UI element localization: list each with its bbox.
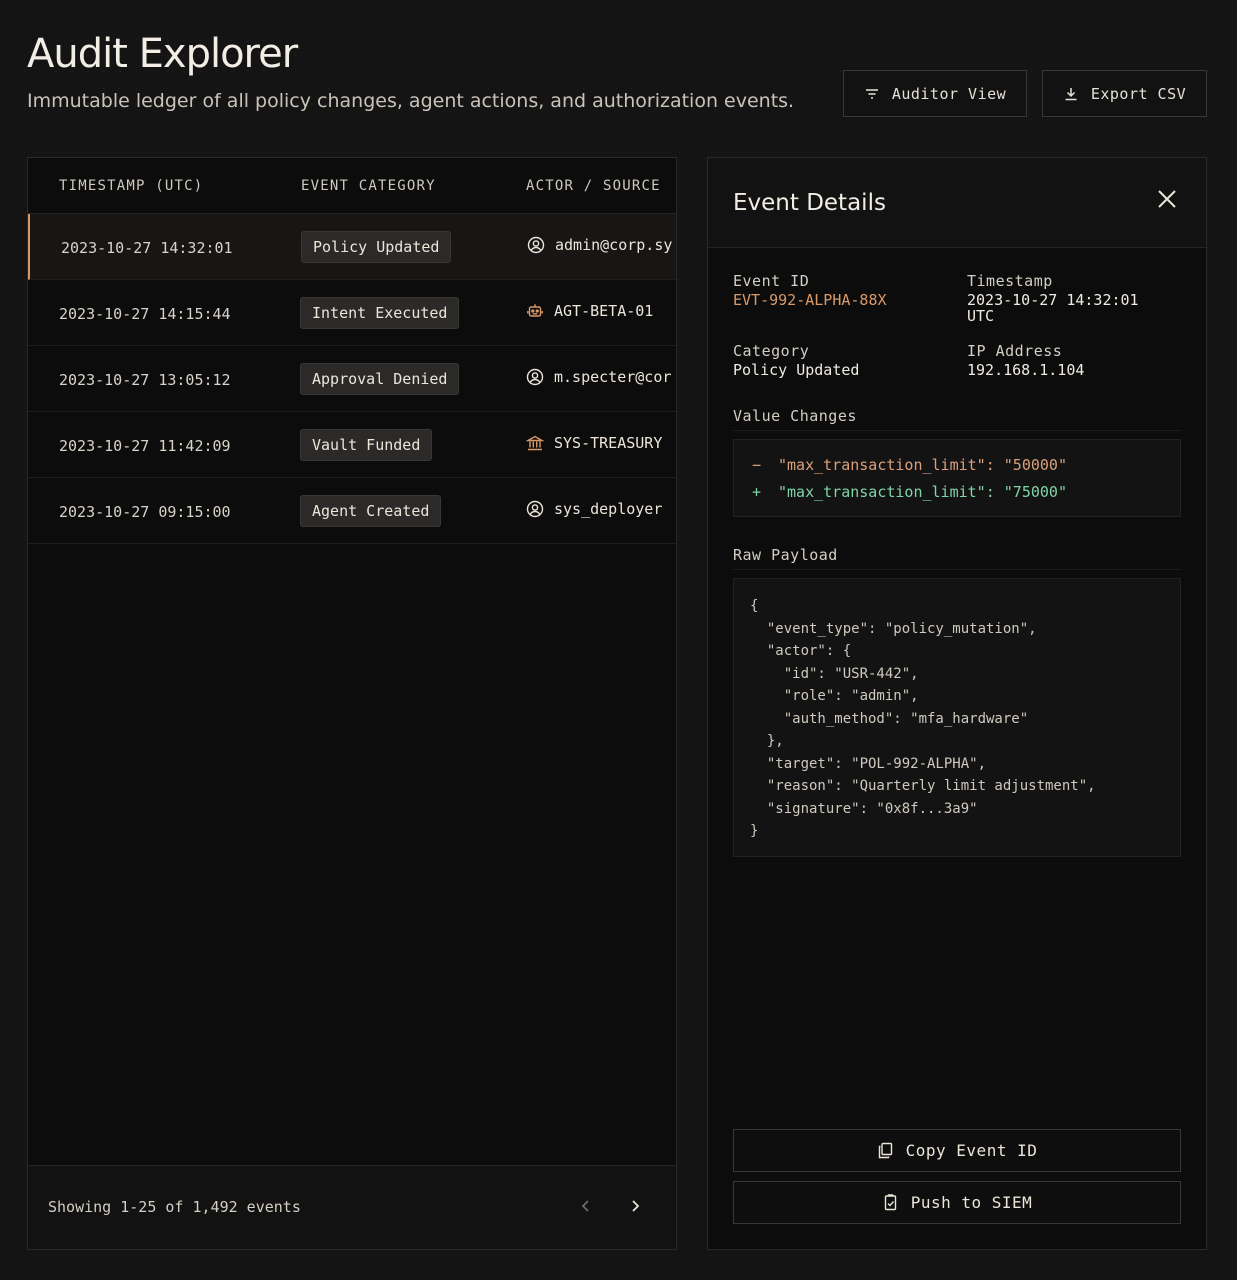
table-row[interactable]: 2023-10-27 09:15:00 Agent Created sys_de… — [28, 478, 676, 544]
timestamp-zone: UTC — [967, 307, 995, 325]
row-actor: AGT-BETA-01 — [526, 302, 653, 320]
close-details-button[interactable] — [1156, 188, 1178, 210]
filter-icon — [865, 88, 878, 99]
category-badge: Intent Executed — [300, 297, 460, 329]
diff-removed-text: "max_transaction_limit": "50000" — [778, 456, 1067, 474]
next-page-button[interactable] — [622, 1193, 648, 1219]
timestamp-label: Timestamp — [967, 272, 1053, 290]
payload-line: "target": "POL-992-ALPHA", — [750, 755, 987, 772]
copy-icon — [878, 1142, 892, 1159]
row-timestamp: 2023-10-27 14:32:01 — [61, 239, 233, 257]
chevron-right-icon — [632, 1200, 640, 1212]
category-value: Policy Updated — [733, 361, 860, 379]
column-header-timestamp[interactable]: TIMESTAMP (UTC) — [59, 178, 203, 194]
row-actor: SYS-TREASURY — [526, 434, 662, 452]
user-circle-icon — [527, 236, 545, 254]
clipboard-check-icon — [884, 1194, 896, 1211]
user-circle-icon — [526, 368, 544, 386]
payload-line: "auth_method": "mfa_hardware" — [750, 710, 1029, 727]
column-header-actor[interactable]: ACTOR / SOURCE — [526, 178, 661, 194]
event-id-value: EVT-992-ALPHA-88X — [733, 291, 887, 309]
chevron-left-icon — [581, 1200, 589, 1212]
table-row[interactable]: 2023-10-27 11:42:09 Vault Funded SYS-TRE… — [28, 412, 676, 478]
category-field: Category Policy Updated — [733, 343, 859, 378]
ip-field: IP Address 192.168.1.104 — [967, 343, 1084, 378]
ip-value: 192.168.1.104 — [967, 361, 1085, 379]
payload-line: } — [750, 823, 759, 839]
push-to-siem-button[interactable]: Push to SIEM — [733, 1181, 1181, 1224]
push-to-siem-label: Push to SIEM — [910, 1193, 1033, 1212]
event-details-panel: Event Details Event ID EVT-992-ALPHA-88X… — [707, 157, 1207, 1250]
robot-icon — [527, 304, 543, 317]
column-header-category[interactable]: EVENT CATEGORY — [301, 178, 436, 194]
table-row[interactable]: 2023-10-27 13:05:12 Approval Denied m.sp… — [28, 346, 676, 412]
payload-line: }, — [750, 733, 784, 749]
page-header: Audit Explorer Immutable ledger of all p… — [27, 30, 794, 114]
page-subtitle: Immutable ledger of all policy changes, … — [27, 90, 795, 112]
category-badge: Vault Funded — [300, 429, 433, 461]
event-id-label: Event ID — [733, 272, 810, 290]
table-footer: Showing 1-25 of 1,492 events — [28, 1165, 676, 1249]
value-changes-diff: − "max_transaction_limit": "50000" + "max_… — [733, 439, 1181, 517]
actor-label: SYS-TREASURY — [554, 434, 663, 452]
event-id-field: Event ID EVT-992-ALPHA-88X — [733, 273, 887, 308]
auditor-view-button[interactable]: Auditor View — [843, 70, 1027, 117]
row-actor: sys_deployer — [526, 500, 662, 518]
details-header: Event Details — [708, 158, 1206, 248]
timestamp-value: 2023-10-27 14:32:01 — [967, 291, 1139, 309]
download-icon — [1065, 87, 1077, 100]
payload-line: "id": "USR-442", — [750, 665, 919, 682]
actor-label: AGT-BETA-01 — [554, 302, 654, 320]
payload-line: "role": "admin", — [750, 688, 919, 704]
row-actor: m.specter@cor — [526, 368, 671, 386]
row-actor: admin@corp.sy — [527, 236, 672, 254]
copy-event-id-label: Copy Event ID — [905, 1141, 1038, 1160]
category-badge: Agent Created — [300, 495, 442, 527]
payload-line: "actor": { — [750, 643, 852, 659]
actor-label: sys_deployer — [554, 500, 663, 518]
diff-plus-sign: + — [752, 483, 762, 501]
payload-line: { — [750, 598, 759, 614]
diff-added-line: + "max_transaction_limit": "75000" — [752, 483, 1067, 501]
payload-line: "event_type": "policy_mutation", — [750, 620, 1037, 637]
table-row[interactable]: 2023-10-27 14:15:44 Intent Executed AGT-… — [28, 280, 676, 346]
row-timestamp: 2023-10-27 11:42:09 — [59, 437, 231, 455]
auditor-view-label: Auditor View — [891, 84, 1007, 103]
value-changes-label: Value Changes — [733, 407, 1181, 431]
pagination-summary: Showing 1-25 of 1,492 events — [48, 1198, 301, 1216]
copy-event-id-button[interactable]: Copy Event ID — [733, 1129, 1181, 1172]
page-title: Audit Explorer — [27, 31, 298, 77]
category-badge: Approval Denied — [300, 363, 460, 395]
row-timestamp: 2023-10-27 14:15:44 — [59, 305, 231, 323]
payload-line: "reason": "Quarterly limit adjustment", — [750, 778, 1096, 794]
bank-icon — [526, 435, 544, 451]
table-header: TIMESTAMP (UTC) EVENT CATEGORY ACTOR / S… — [28, 158, 676, 214]
category-label: Category — [733, 342, 810, 360]
export-csv-label: Export CSV — [1090, 84, 1187, 103]
export-csv-button[interactable]: Export CSV — [1042, 70, 1207, 117]
user-circle-icon — [526, 500, 544, 518]
ip-label: IP Address — [967, 342, 1063, 360]
diff-minus-sign: − — [752, 456, 762, 474]
timestamp-field: Timestamp 2023-10-27 14:32:01 UTC — [967, 273, 1139, 324]
payload-line: "signature": "0x8f...3a9" — [750, 800, 978, 817]
actor-label: m.specter@cor — [554, 368, 672, 386]
actor-label: admin@corp.sy — [555, 236, 673, 254]
diff-removed-line: − "max_transaction_limit": "50000" — [752, 456, 1067, 474]
raw-payload-label: Raw Payload — [733, 546, 1181, 570]
previous-page-button[interactable] — [573, 1193, 599, 1219]
details-title: Event Details — [733, 190, 886, 216]
row-timestamp: 2023-10-27 09:15:00 — [59, 503, 231, 521]
diff-added-text: "max_transaction_limit": "75000" — [778, 483, 1067, 501]
events-table: TIMESTAMP (UTC) EVENT CATEGORY ACTOR / S… — [27, 157, 677, 1250]
close-icon — [1158, 190, 1176, 208]
category-badge: Policy Updated — [301, 231, 452, 263]
row-timestamp: 2023-10-27 13:05:12 — [59, 371, 231, 389]
raw-payload-code[interactable]: { "event_type": "policy_mutation", "acto… — [733, 578, 1181, 857]
table-row[interactable]: 2023-10-27 14:32:01 Policy Updated admin… — [28, 214, 676, 280]
